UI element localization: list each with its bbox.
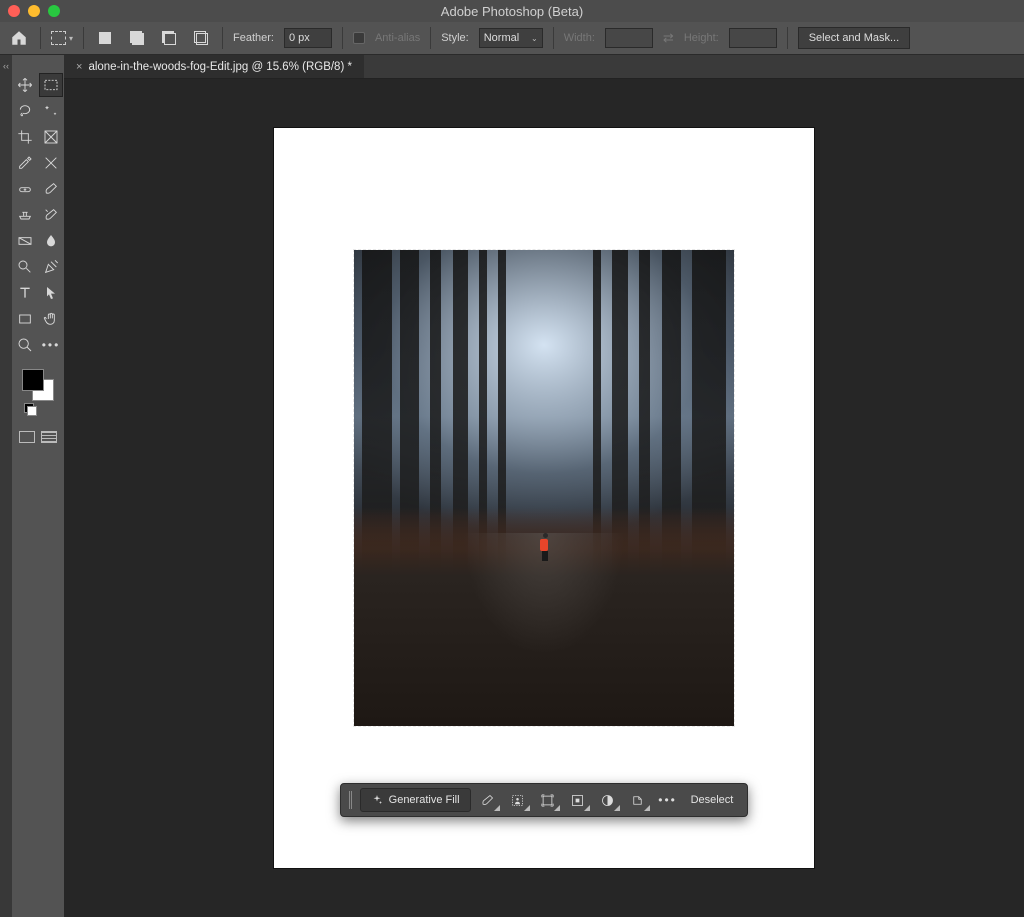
- screen-mode-icons[interactable]: [19, 431, 57, 443]
- options-bar: ▾ Feather: Anti-alias Style: Normal ⌄ Wi…: [0, 22, 1024, 55]
- selection-marquee[interactable]: [354, 250, 734, 726]
- gradient-tool[interactable]: [13, 229, 37, 253]
- chevron-down-icon: ⌄: [531, 34, 538, 43]
- adjustment-layer-icon[interactable]: [595, 788, 621, 812]
- feather-input[interactable]: [284, 28, 332, 48]
- separator: [342, 27, 343, 49]
- separator: [787, 27, 788, 49]
- document-tab-bar: × alone-in-the-woods-fog-Edit.jpg @ 15.6…: [64, 55, 1024, 79]
- feather-label: Feather:: [233, 32, 274, 44]
- blur-tool[interactable]: [39, 229, 63, 253]
- healing-brush-tool[interactable]: [13, 177, 37, 201]
- dodge-tool[interactable]: [13, 255, 37, 279]
- brush-tool[interactable]: [39, 177, 63, 201]
- crop-tool[interactable]: [13, 125, 37, 149]
- type-tool[interactable]: [13, 281, 37, 305]
- height-input: [729, 28, 777, 48]
- contextual-task-bar[interactable]: Generative Fill ••• Deselect: [340, 783, 749, 817]
- marquee-tool-preset[interactable]: ▾: [51, 27, 73, 49]
- selection-new-icon[interactable]: [94, 27, 116, 49]
- app-title: Adobe Photoshop (Beta): [0, 4, 1024, 19]
- rectangle-tool[interactable]: [13, 307, 37, 331]
- pen-tool[interactable]: [39, 255, 63, 279]
- eyedropper-tool[interactable]: [13, 151, 37, 175]
- document-tab-title: alone-in-the-woods-fog-Edit.jpg @ 15.6% …: [88, 61, 352, 73]
- more-options-icon[interactable]: •••: [655, 788, 681, 812]
- lasso-tool[interactable]: [13, 99, 37, 123]
- move-tool[interactable]: [13, 73, 37, 97]
- deselect-button[interactable]: Deselect: [685, 794, 740, 806]
- sparkle-icon: [371, 794, 383, 806]
- antialias-checkbox: [353, 32, 365, 44]
- generative-fill-label: Generative Fill: [389, 794, 460, 806]
- fill-selection-icon[interactable]: [565, 788, 591, 812]
- style-value: Normal: [484, 32, 519, 44]
- separator: [40, 27, 41, 49]
- taskbar-drag-handle[interactable]: [349, 791, 352, 809]
- selection-intersect-icon[interactable]: [190, 27, 212, 49]
- zoom-tool[interactable]: [13, 333, 37, 357]
- select-and-mask-button[interactable]: Select and Mask...: [798, 27, 911, 49]
- color-swatches[interactable]: [22, 369, 54, 401]
- selection-add-icon[interactable]: [126, 27, 148, 49]
- person-in-image: [540, 533, 550, 555]
- clone-stamp-tool[interactable]: [13, 203, 37, 227]
- style-label: Style:: [441, 32, 469, 44]
- select-and-mask-label: Select and Mask...: [809, 32, 900, 44]
- hand-tool[interactable]: [39, 307, 63, 331]
- transform-selection-icon[interactable]: [535, 788, 561, 812]
- crossed-tools-icon[interactable]: [39, 151, 63, 175]
- width-label: Width:: [564, 32, 595, 44]
- separator: [430, 27, 431, 49]
- rectangular-marquee-tool[interactable]: [39, 73, 63, 97]
- collapsed-panel-toggle[interactable]: ‹‹: [0, 55, 12, 917]
- default-colors-icon[interactable]: [24, 403, 34, 413]
- toolbox: •••: [12, 55, 64, 917]
- generative-fill-button[interactable]: Generative Fill: [360, 788, 471, 812]
- edit-toolbar-button[interactable]: •••: [39, 333, 63, 357]
- standard-mode-icon[interactable]: [19, 431, 35, 443]
- close-tab-icon[interactable]: ×: [76, 61, 82, 73]
- document-area: × alone-in-the-woods-fog-Edit.jpg @ 15.6…: [64, 55, 1024, 917]
- path-selection-tool[interactable]: [39, 281, 63, 305]
- foreground-color-swatch[interactable]: [22, 369, 44, 391]
- canvas-viewport[interactable]: Generative Fill ••• Deselect: [64, 79, 1024, 917]
- selection-subtract-icon[interactable]: [158, 27, 180, 49]
- home-button[interactable]: [8, 27, 30, 49]
- history-brush-tool[interactable]: [39, 203, 63, 227]
- separator: [222, 27, 223, 49]
- style-select[interactable]: Normal ⌄: [479, 28, 543, 48]
- width-input: [605, 28, 653, 48]
- separator: [553, 27, 554, 49]
- brush-modify-icon[interactable]: [475, 788, 501, 812]
- magic-wand-tool[interactable]: [39, 99, 63, 123]
- title-bar: Adobe Photoshop (Beta): [0, 0, 1024, 22]
- invert-selection-icon[interactable]: [625, 788, 651, 812]
- more-dots: •••: [658, 793, 677, 807]
- antialias-label: Anti-alias: [375, 32, 420, 44]
- swap-dimensions-icon: ⇄: [663, 30, 674, 46]
- canvas[interactable]: [274, 128, 814, 868]
- quick-mask-mode-icon[interactable]: [41, 431, 57, 443]
- separator: [83, 27, 84, 49]
- select-subject-icon[interactable]: [505, 788, 531, 812]
- height-label: Height:: [684, 32, 719, 44]
- document-tab[interactable]: × alone-in-the-woods-fog-Edit.jpg @ 15.6…: [64, 55, 364, 78]
- frame-tool[interactable]: [39, 125, 63, 149]
